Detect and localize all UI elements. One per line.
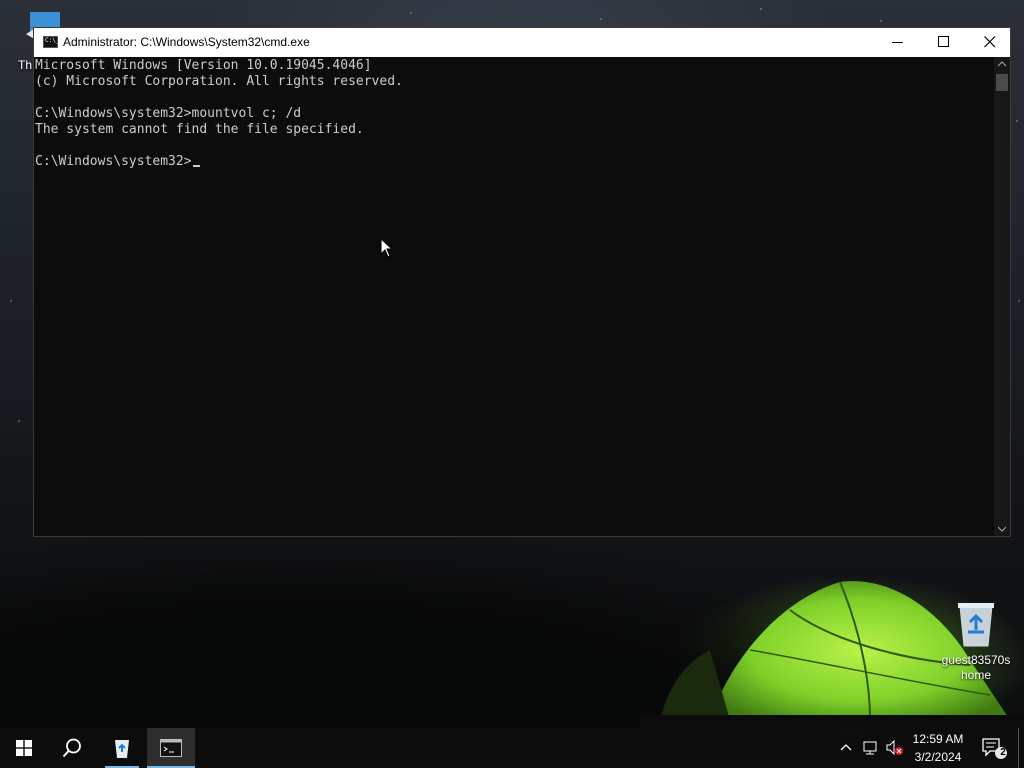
taskbar-cmd[interactable] [147,728,195,768]
recycle-bin-label-line2: home [960,668,992,682]
minimize-button[interactable] [875,28,921,57]
scroll-down-arrow-icon[interactable] [998,526,1006,532]
vertical-scrollbar[interactable] [994,57,1010,536]
recycle-bin-icon [958,603,994,647]
console-line: Microsoft Windows [Version 10.0.19045.40… [35,58,372,73]
scroll-up-arrow-icon[interactable] [998,61,1006,67]
show-desktop-button[interactable] [1018,728,1024,768]
desktop-icon-recycle-bin[interactable]: guest83570s home [938,600,1014,683]
console-line: (c) Microsoft Corporation. All rights re… [35,74,403,89]
desktop: Th guest83570s home C:\_ Administrator: … [0,0,1024,768]
search-icon [62,738,81,758]
windows-logo-icon [16,740,32,756]
search-button[interactable] [48,728,96,768]
minimize-icon [892,42,903,43]
show-hidden-icons-button[interactable] [836,728,856,768]
start-button[interactable] [0,728,48,768]
console-output[interactable]: Microsoft Windows [Version 10.0.19045.40… [34,57,996,536]
maximize-icon [938,36,949,47]
cmd-icon [160,739,182,757]
volume-tray-button[interactable] [884,728,906,768]
console-line: C:\Windows\system32>mountvol c; /d [35,106,302,121]
taskbar: 12:59 AM 3/2/2024 2 [0,728,1024,768]
text-cursor [192,165,200,167]
taskbar-recycle-bin[interactable] [99,728,145,768]
network-tray-button[interactable] [860,728,882,768]
mouse-pointer-icon [380,238,394,258]
console-prompt-line[interactable]: C:\Windows\system32> [35,154,200,170]
taskbar-clock[interactable]: 12:59 AM 3/2/2024 [905,730,971,766]
window-title: Administrator: C:\Windows\System32\cmd.e… [63,35,310,49]
recycle-bin-icon [115,740,129,758]
notification-count-badge: 2 [1000,747,1006,758]
console-line: The system cannot find the file specifie… [35,122,364,137]
close-button[interactable] [967,28,1013,57]
cmd-app-icon[interactable]: C:\_ [43,36,59,48]
scrollbar-thumb[interactable] [996,74,1008,91]
close-icon [984,36,996,48]
recycle-bin-label-line1: guest83570s [941,653,1011,667]
console-prompt: C:\Windows\system32> [35,154,192,169]
network-icon [863,741,877,755]
action-center-button[interactable]: 2 [978,728,1010,768]
desktop-shortcut-label[interactable]: Th [18,58,32,72]
chevron-up-icon [840,744,852,751]
window-titlebar[interactable]: C:\_ Administrator: C:\Windows\System32\… [34,28,1010,57]
cmd-window[interactable]: C:\_ Administrator: C:\Windows\System32\… [33,27,1011,537]
maximize-button[interactable] [921,28,967,57]
speaker-muted-icon [886,740,903,756]
clock-date: 3/2/2024 [914,750,962,764]
clock-time: 12:59 AM [912,732,964,746]
